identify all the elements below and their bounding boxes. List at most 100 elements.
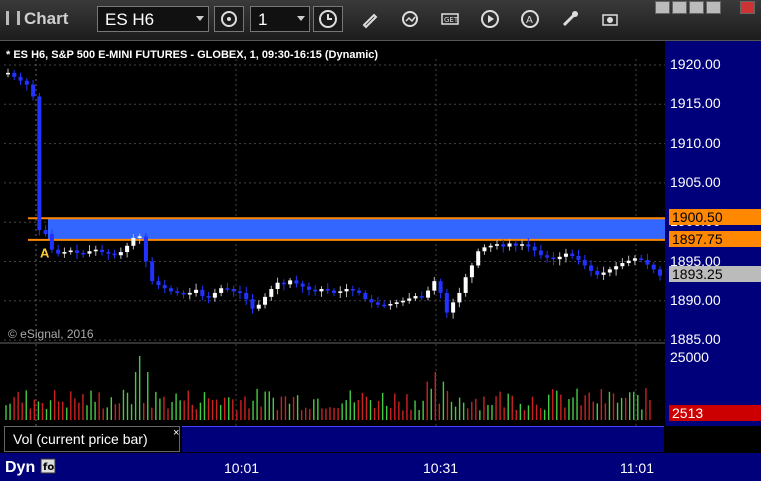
refresh-icon[interactable] <box>400 9 420 29</box>
price-bar-body <box>62 252 67 254</box>
price-bar-body <box>438 281 443 293</box>
combo-arrow-icon <box>297 16 305 21</box>
title-bar: Chart ES H6 1 GET A <box>0 0 761 41</box>
price-bar-body <box>557 256 562 260</box>
price-bar-body <box>369 299 374 303</box>
price-bar-body <box>595 270 600 275</box>
price-bar-body <box>31 84 36 97</box>
price-bar-body <box>269 289 274 297</box>
price-chart[interactable]: A <box>0 41 761 426</box>
last-price-label: 1893.25 <box>669 266 761 283</box>
alert-icon[interactable]: A <box>520 9 540 29</box>
play-icon[interactable] <box>480 9 500 29</box>
price-bar-body <box>175 291 180 293</box>
price-tick-label: 1905.00 <box>670 173 721 190</box>
tools-icon[interactable] <box>560 9 580 29</box>
price-bar-body <box>495 244 499 246</box>
copyright-text: © eSignal, 2016 <box>8 327 94 341</box>
price-bar-body <box>81 252 86 255</box>
volume-current-label: 2513 <box>669 405 761 421</box>
price-bar-body <box>37 96 42 231</box>
price-bar-body <box>306 286 311 290</box>
price-bar-body <box>294 280 299 284</box>
close-button[interactable] <box>740 1 755 14</box>
symbol-select[interactable]: ES H6 <box>97 6 209 32</box>
interval-clock-button[interactable] <box>313 6 343 32</box>
price-bar-body <box>156 281 161 286</box>
price-bar-body <box>106 252 111 254</box>
chart-description: * ES H6, S&P 500 E-MINI FUTURES - GLOBEX… <box>6 49 379 61</box>
price-bar-body <box>645 259 650 265</box>
price-bar-body <box>74 250 79 253</box>
price-bar-body <box>275 282 280 290</box>
price-bar-body <box>6 72 10 75</box>
volume-max-label: 25000 <box>670 349 709 365</box>
price-bar-body <box>131 237 136 246</box>
price-bar-body <box>187 292 192 295</box>
price-bar-body <box>545 255 550 258</box>
minimize-button[interactable] <box>672 1 687 14</box>
price-tick-label: 1915.00 <box>670 95 721 112</box>
price-bar-body <box>482 247 487 252</box>
price-bar-body <box>263 296 268 305</box>
price-bar-body <box>357 290 362 293</box>
window-title: Chart <box>6 9 68 29</box>
combo-arrow-icon <box>196 16 204 21</box>
price-bar-body <box>432 281 437 291</box>
price-bar-body <box>538 250 543 256</box>
camera-icon[interactable] <box>600 9 620 29</box>
price-bar-body <box>444 292 449 313</box>
interval-select[interactable]: 1 <box>250 6 310 32</box>
price-bar-body <box>93 249 98 252</box>
price-bar-body <box>520 244 525 246</box>
price-tick-label: 1920.00 <box>670 56 721 72</box>
price-bar-body <box>651 264 656 270</box>
get-icon[interactable]: GET <box>440 9 460 29</box>
window-title-text: Chart <box>24 9 69 28</box>
price-bar-body <box>281 282 286 285</box>
price-bar-body <box>225 288 230 290</box>
restore-button[interactable] <box>689 1 704 14</box>
price-bar-body <box>488 245 493 248</box>
time-label-1101: 11:01 <box>620 460 654 476</box>
symbol-settings-button[interactable] <box>214 6 244 32</box>
price-bar-body <box>551 257 556 260</box>
price-bar-body <box>206 296 211 298</box>
price-bar-body <box>576 255 581 260</box>
price-bar-body <box>476 251 481 266</box>
price-bar-body <box>194 289 199 293</box>
close-icon[interactable]: × <box>173 427 179 439</box>
price-bar-body <box>313 289 318 292</box>
price-bar-body <box>332 290 336 293</box>
maximize-button[interactable] <box>706 1 721 14</box>
price-bar-body <box>363 292 368 300</box>
price-bar-body <box>18 76 23 81</box>
price-bar-body <box>407 298 412 301</box>
dynamic-mode-label: Dyn <box>5 459 36 476</box>
price-bar-body <box>256 304 261 309</box>
price-bar-body <box>237 291 242 293</box>
price-bar-body <box>632 258 637 261</box>
price-bar-body <box>469 265 474 278</box>
dynamic-mode-toggle[interactable]: Dyn fo <box>5 458 56 477</box>
settings-small-icon[interactable]: fo <box>40 458 56 474</box>
price-bar-body <box>288 280 293 285</box>
price-bar-body <box>457 292 462 303</box>
price-bar-body <box>350 289 355 291</box>
price-bar-body <box>143 236 148 262</box>
interval-value: 1 <box>258 10 268 29</box>
price-bar-body <box>394 302 399 304</box>
price-bar-body <box>49 233 54 250</box>
price-bar-body <box>68 250 73 253</box>
price-bar-body <box>375 302 380 305</box>
gear-cycle-icon <box>221 11 237 27</box>
symbol-value: ES H6 <box>105 10 155 29</box>
pencil-icon[interactable] <box>360 9 380 29</box>
price-bar-body <box>338 291 343 293</box>
price-tick-label: 1885.00 <box>670 331 721 348</box>
help-button[interactable] <box>655 1 670 14</box>
price-bar-body <box>419 296 424 298</box>
volume-study-label[interactable]: Vol (current price bar) × <box>4 426 180 452</box>
price-bar-body <box>319 289 324 292</box>
time-axis[interactable]: Dyn fo 10:01 10:31 11:01 <box>0 453 761 481</box>
